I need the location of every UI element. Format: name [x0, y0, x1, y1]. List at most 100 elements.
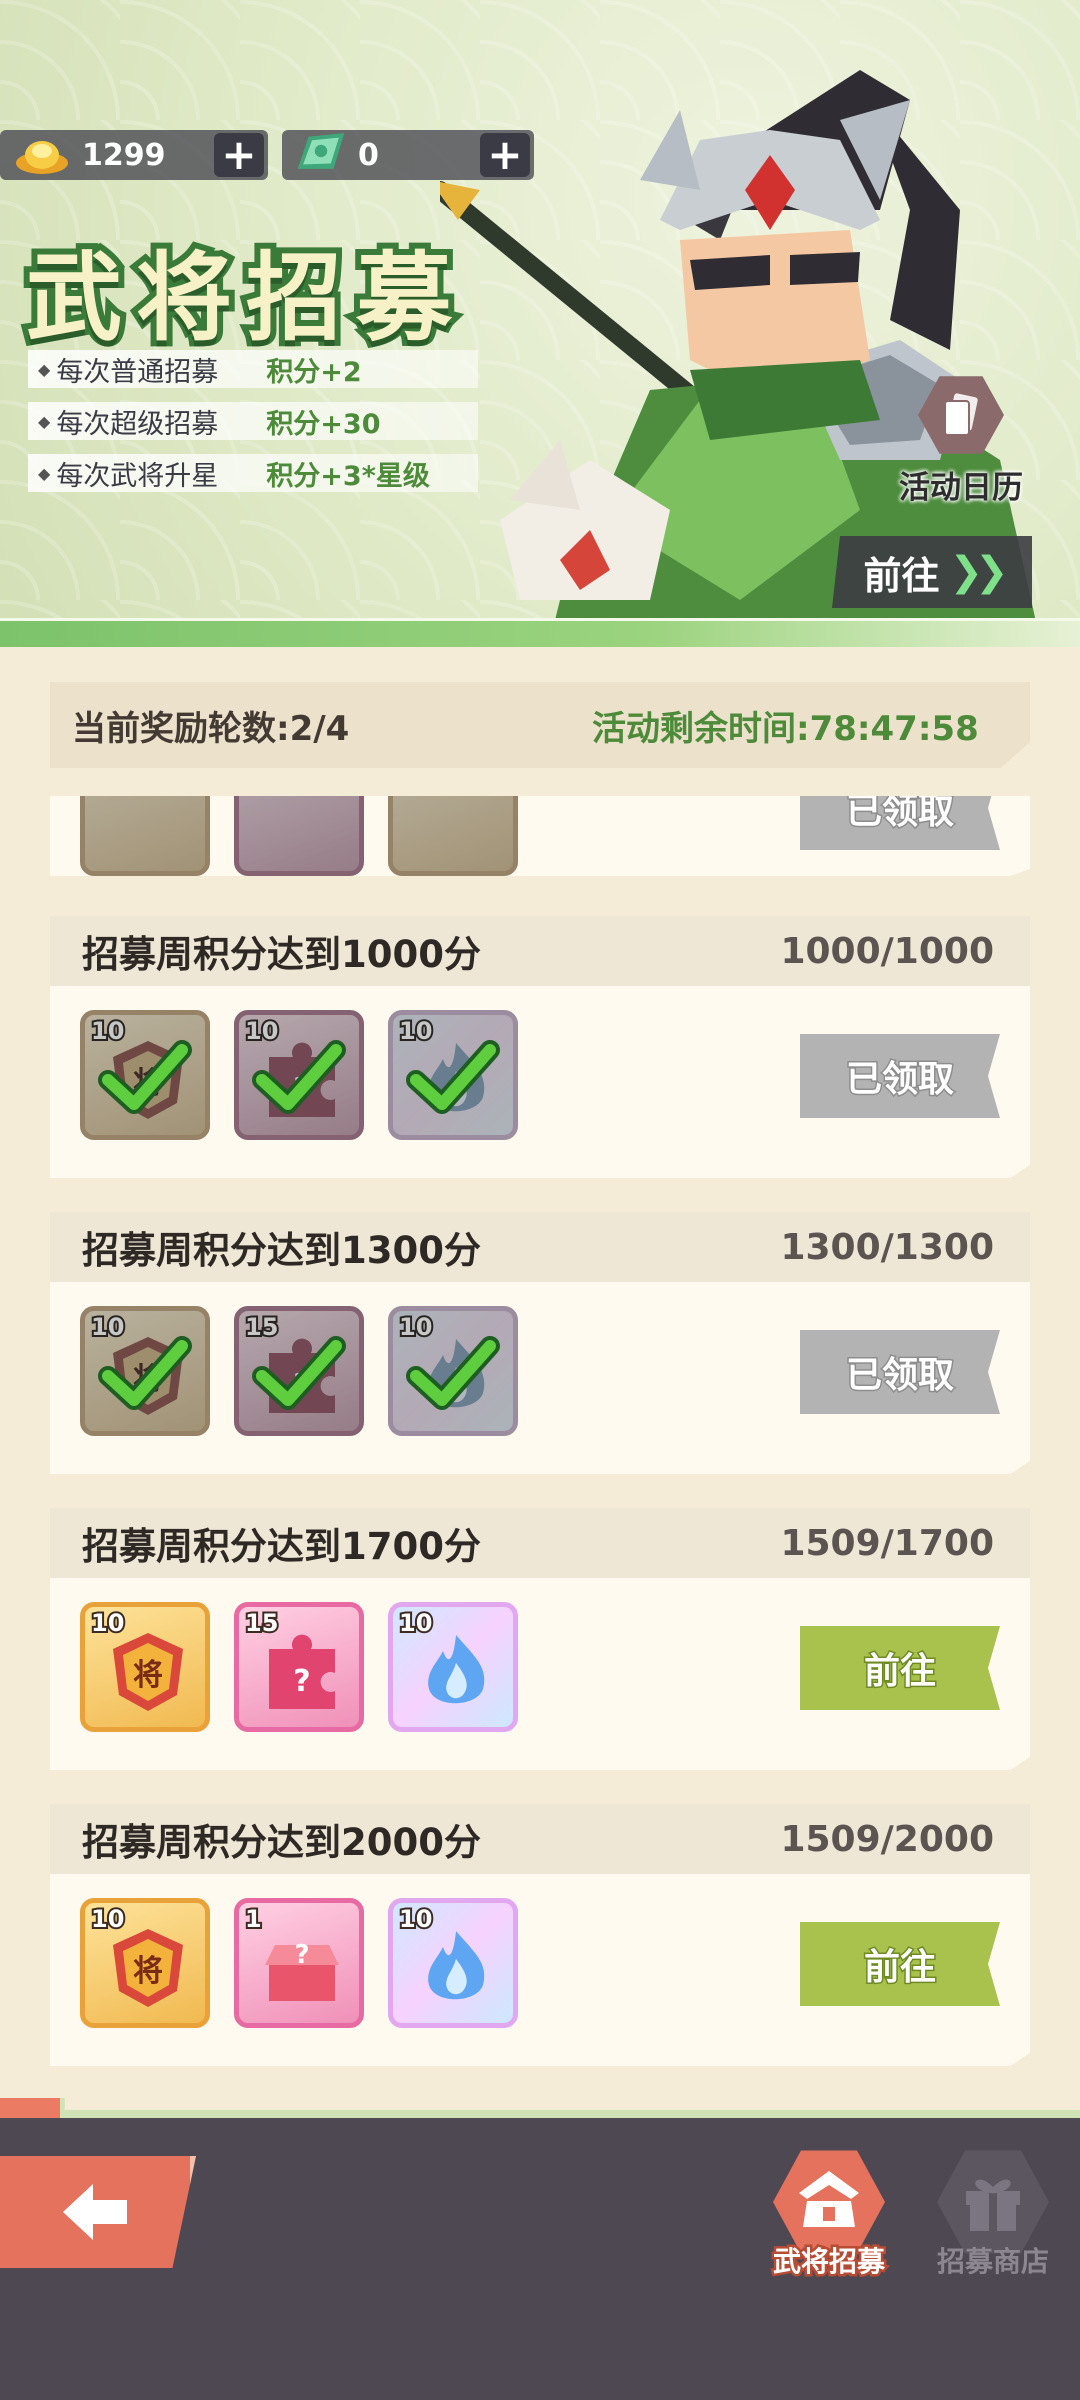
reward-item[interactable]: [388, 796, 518, 876]
blue-flame-icon: [428, 1931, 485, 2000]
reward-item[interactable]: ? 15: [234, 1602, 364, 1732]
milestone-title: 招募周积分达到1000分: [82, 933, 481, 976]
check-mark-icon: [98, 1336, 192, 1410]
claimed-overlay: [234, 1306, 364, 1436]
milestone-title: 招募周积分达到1300分: [82, 1229, 481, 1272]
card-body: 将 10? 15 10 前往: [50, 1578, 1030, 1768]
diamond-bullet-icon: ◆: [38, 411, 51, 431]
milestone-list[interactable]: 已领取 招募周积分达到1000分 1000/1000 将 10? 10 10 已领取 招募周积…: [0, 796, 1080, 2086]
general-token-icon: 将: [113, 1929, 183, 2007]
reward-count: 10: [89, 1903, 126, 1935]
rule-text: 每次武将升星: [56, 460, 219, 492]
currency-gold-bar: 1299 +: [0, 130, 268, 180]
card-header: 招募周积分达到1700分 1509/1700: [50, 1508, 1030, 1578]
add-gold-button[interactable]: +: [214, 133, 264, 177]
diamond-bullet-icon: ◆: [38, 463, 51, 483]
time-remaining-text: 活动剩余时间:78:47:58: [592, 708, 979, 749]
card-header: 招募周积分达到1300分 1300/1300: [50, 1212, 1030, 1282]
svg-text:将: 将: [133, 1954, 163, 1989]
claimed-button[interactable]: 已领取: [800, 1330, 1000, 1414]
card-body: 将 10? 10 10 已领取: [50, 986, 1030, 1176]
nav-recruit-shop[interactable]: 招募商店: [918, 2146, 1068, 2286]
check-mark-icon: [406, 1040, 500, 1114]
reward-count: 10: [397, 1607, 434, 1639]
milestone-card: 招募周积分达到2000分 1509/2000 将 10? 1 10 前往: [50, 1804, 1030, 2066]
goto-button[interactable]: 前往: [800, 1626, 1000, 1710]
milestone-progress: 1000/1000: [780, 930, 994, 972]
milestone-title: 招募周积分达到2000分: [82, 1821, 481, 1864]
milestone-card: 招募周积分达到1700分 1509/1700 将 10? 15 10 前往: [50, 1508, 1030, 1770]
card-body: 将 10? 15 10 已领取: [50, 1282, 1030, 1472]
claimed-overlay: [388, 1010, 518, 1140]
reward-item[interactable]: ? 1: [234, 1898, 364, 2028]
svg-text:将: 将: [133, 1658, 163, 1693]
currency-ticket-bar: 0 +: [282, 130, 534, 180]
card-body: 将 10? 1 10 前往: [50, 1874, 1030, 2064]
goto-button[interactable]: 前往: [800, 1922, 1000, 2006]
rule-text: 每次普通招募: [56, 356, 219, 388]
gold-amount: 1299: [82, 137, 166, 173]
claimed-button[interactable]: 已领取: [800, 1034, 1000, 1118]
banner-bottom-strip: [0, 618, 1080, 647]
claimed-button[interactable]: 已领取: [800, 796, 1000, 850]
goto-label: 前往: [863, 553, 940, 598]
rule-points: 积分+30: [266, 408, 381, 440]
rule-row: ◆ 每次普通招募 积分+2: [28, 350, 478, 388]
claimed-overlay: [388, 1306, 518, 1436]
claimed-overlay: [234, 1010, 364, 1140]
reward-item[interactable]: 10: [388, 1602, 518, 1732]
gold-ingot-icon: [16, 141, 68, 174]
rule-points: 积分+2: [266, 356, 362, 388]
blue-flame-icon: [428, 1635, 485, 1704]
banner-title: 武将招募: [20, 235, 466, 360]
reward-item[interactable]: [80, 796, 210, 876]
svg-text:?: ?: [293, 1664, 310, 1699]
milestone-title: 招募周积分达到1700分: [82, 1525, 481, 1568]
card-header: 招募周积分达到1000分 1000/1000: [50, 916, 1030, 986]
claimed-overlay: [80, 1010, 210, 1140]
back-button[interactable]: [0, 2156, 196, 2268]
reward-count: 1: [243, 1903, 264, 1935]
check-mark-icon: [98, 1040, 192, 1114]
recruit-ticket-icon: [297, 133, 345, 169]
mystery-box-icon: ?: [265, 1940, 339, 2001]
svg-text:?: ?: [294, 1940, 309, 1970]
nav-label: 武将招募: [770, 2243, 887, 2281]
back-arrow-icon: [63, 2184, 127, 2240]
event-banner: 1299 + 0 + 武将招募 ◆ 每次普通招募 积分+2 ◆ 每次超级招募 积…: [0, 0, 1080, 640]
diamond-bullet-icon: ◆: [38, 359, 51, 379]
reward-item[interactable]: [234, 796, 364, 876]
event-calendar-button[interactable]: 活动日历: [886, 372, 1036, 512]
reward-item[interactable]: 10: [388, 1898, 518, 2028]
rule-row: ◆ 每次超级招募 积分+30: [28, 402, 478, 440]
reward-count: 10: [89, 1607, 126, 1639]
banner-goto-button[interactable]: 前往 ❯❯: [832, 536, 1032, 608]
card-body: 已领取: [50, 796, 1030, 876]
nav-general-recruit[interactable]: 武将招募: [754, 2146, 904, 2286]
reward-info-bar: 当前奖励轮数:2/4 活动剩余时间:78:47:58: [50, 682, 1030, 768]
claimed-overlay: [80, 1306, 210, 1436]
general-token-icon: 将: [113, 1633, 183, 1711]
calendar-icon: [918, 376, 1004, 454]
milestone-progress: 1509/2000: [780, 1818, 994, 1860]
reward-count: 15: [243, 1607, 280, 1639]
check-mark-icon: [252, 1040, 346, 1114]
rule-text: 每次超级招募: [56, 408, 219, 440]
ticket-amount: 0: [358, 137, 379, 173]
rule-row: ◆ 每次武将升星 积分+3*星级: [28, 454, 478, 492]
reward-item[interactable]: 将 10: [80, 1602, 210, 1732]
calendar-label: 活动日历: [899, 470, 1023, 506]
rule-points: 积分+3*星级: [266, 460, 430, 492]
milestone-progress: 1509/1700: [780, 1522, 994, 1564]
nav-label: 招募商店: [936, 2245, 1049, 2278]
puzzle-piece-icon: ?: [269, 1634, 335, 1709]
double-chevron-right-icon: ❯❯: [949, 549, 1008, 595]
check-mark-icon: [252, 1336, 346, 1410]
check-mark-icon: [406, 1336, 500, 1410]
milestone-card: 招募周积分达到1000分 1000/1000 将 10? 10 10 已领取: [50, 916, 1030, 1178]
milestone-progress: 1300/1300: [780, 1226, 994, 1268]
reward-item[interactable]: 将 10: [80, 1898, 210, 2028]
add-ticket-button[interactable]: +: [480, 133, 530, 177]
reward-count: 10: [397, 1903, 434, 1935]
reward-round-text: 当前奖励轮数:2/4: [72, 708, 350, 749]
